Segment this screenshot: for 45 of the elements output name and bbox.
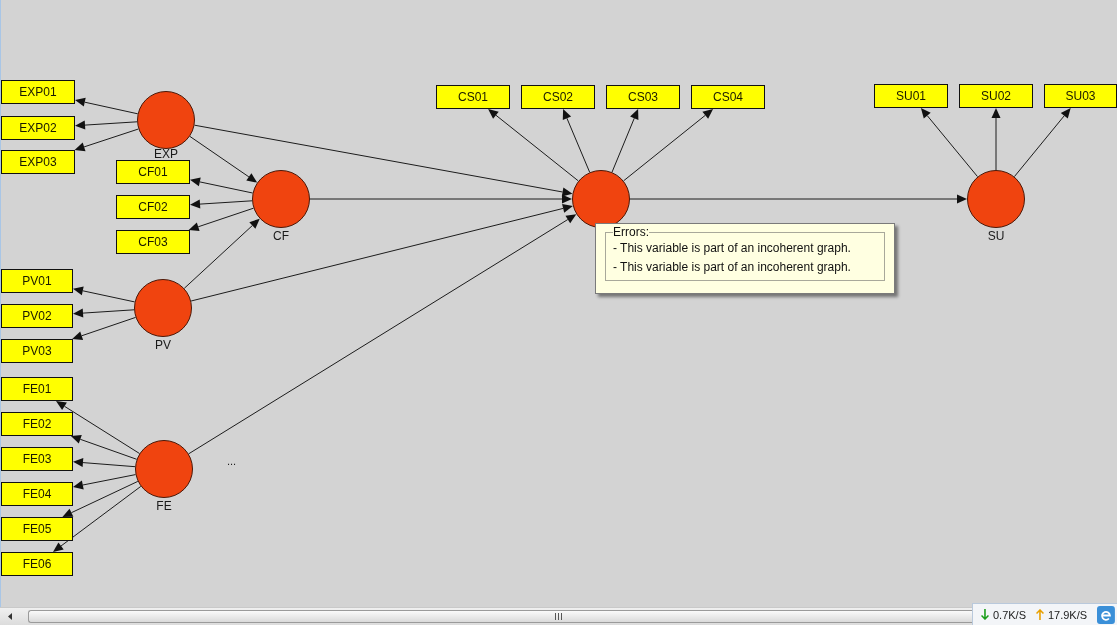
indicator-node: FE03 [1,447,73,471]
error-message: - This variable is part of an incoherent graph. [613,240,852,257]
indicator-node: SU01 [874,84,948,108]
indicator-node: CS03 [606,85,680,109]
node-label: PV [154,339,172,351]
ellipsis-text: ... [227,455,237,467]
indicator-node: FE01 [1,377,73,401]
indicator-node: FE06 [1,552,73,576]
indicator-node: CF01 [116,160,190,184]
arrow-connector [991,108,1001,171]
indicator-node: PV01 [1,269,73,293]
indicator-node: FE04 [1,482,73,506]
indicator-node: SU03 [1044,84,1117,108]
node-label: CF [272,230,290,242]
node-label: SU [986,230,1006,242]
indicator-node: FE02 [1,412,73,436]
indicator-node: PV03 [1,339,73,363]
indicator-node: EXP02 [1,116,75,140]
upload-arrow-icon [1036,609,1044,620]
indicator-node: CS02 [521,85,595,109]
download-rate: 0.7K/S [992,608,1026,621]
node-label: EXP [153,148,179,160]
upload-rate: 17.9K/S [1047,608,1088,621]
tooltip-heading: Errors: [613,225,649,239]
arrow-connector [73,286,136,303]
latent-variable-node [572,170,630,228]
indicator-node: FE05 [1,517,73,541]
indicator-node: CS04 [691,85,765,109]
arrow-connector [1013,108,1071,178]
scrollbar-thumb[interactable] [28,610,972,623]
indicator-node: CF03 [116,230,190,254]
indicator-node: EXP01 [1,80,75,104]
indicator-node: CF02 [116,195,190,219]
indicator-node: SU02 [959,84,1033,108]
download-arrow-icon [981,609,989,620]
indicator-node: PV02 [1,304,73,328]
browser-icon[interactable] [1097,605,1115,624]
node-label: FE [155,500,173,512]
error-message: - This variable is part of an incoherent graph. [613,259,852,276]
indicator-node: CS01 [436,85,510,109]
grip-icon [555,613,562,620]
indicator-node: EXP03 [1,150,75,174]
arrow-connector [75,97,139,115]
arrow-connector [920,108,978,178]
scroll-left-icon [8,613,12,620]
